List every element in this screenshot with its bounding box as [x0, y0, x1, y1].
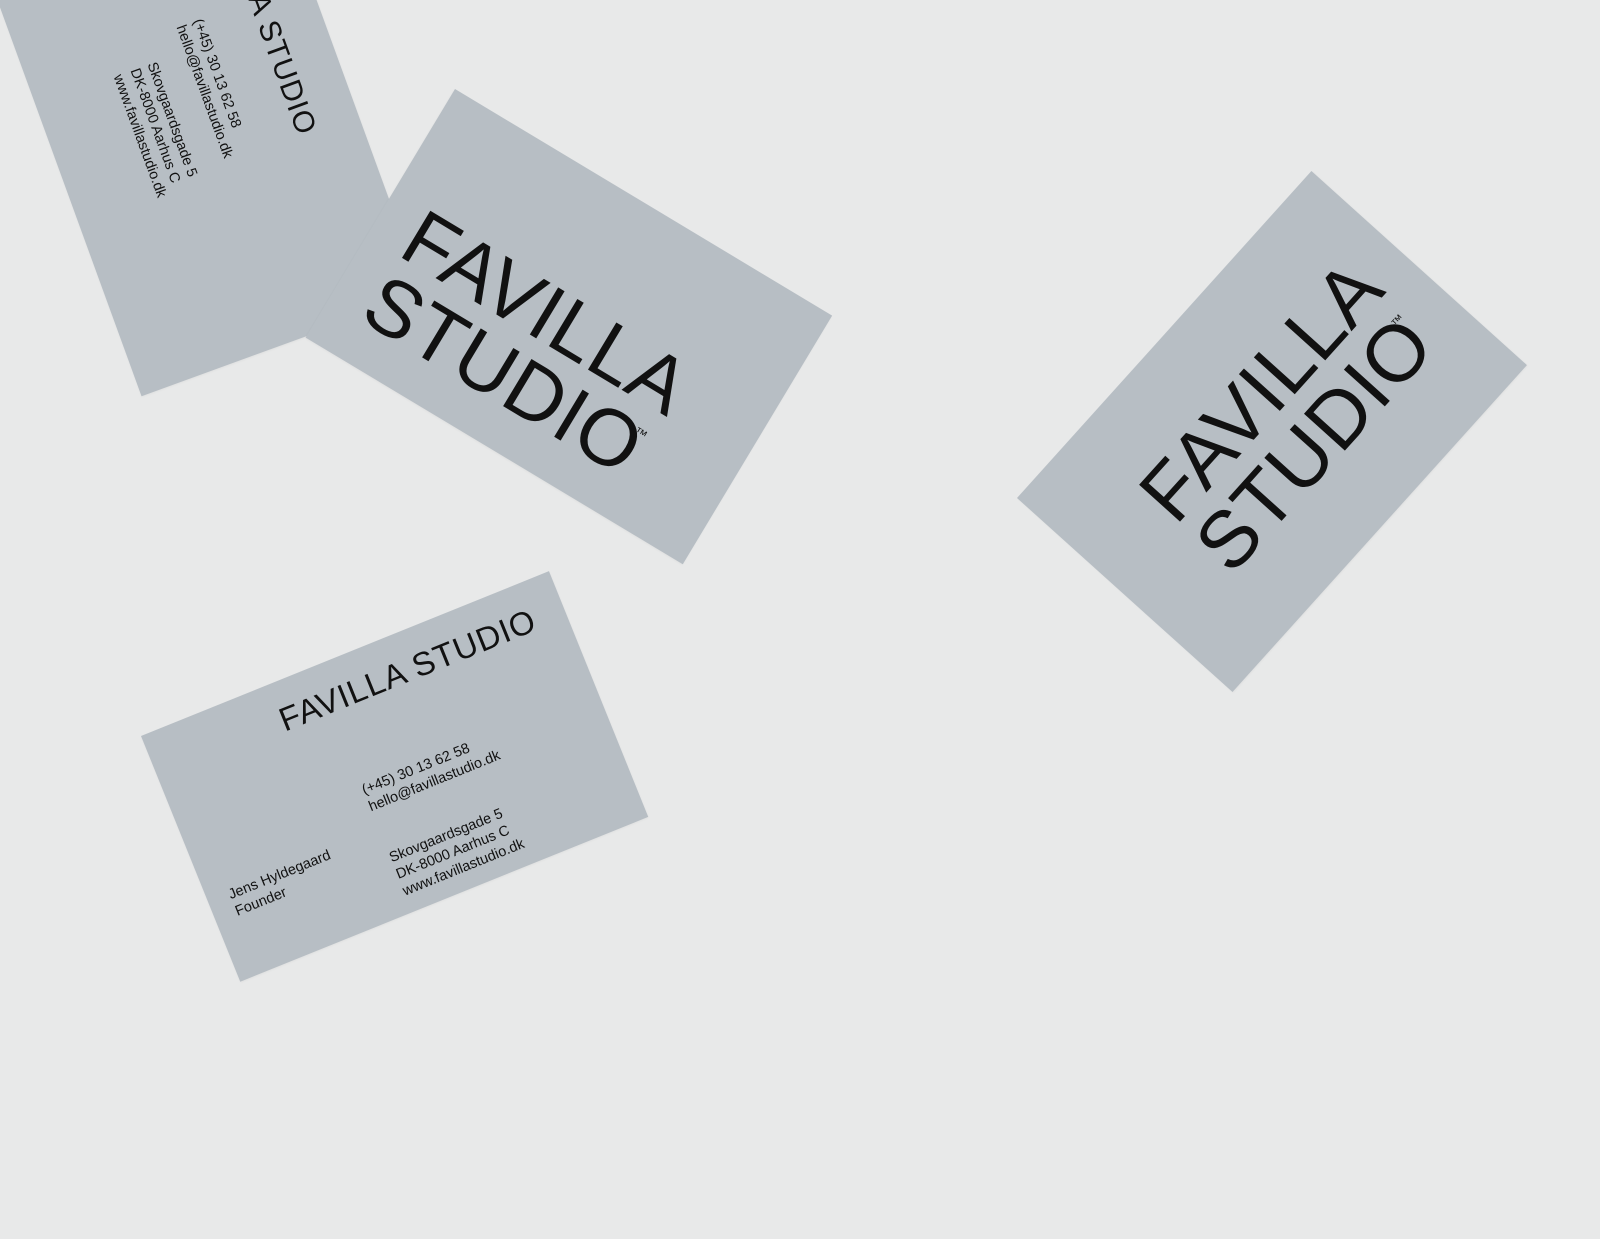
card-phone-block: (+45) 30 13 62 58 hello@favillastudio.dk: [359, 730, 503, 816]
contact-role: Founder: [125, 0, 179, 4]
card-logo-inline: FAVILLA STUDIO: [273, 601, 542, 739]
card-name-block: Jens Hyldegaard Founder: [125, 0, 196, 4]
card-name-block: Jens Hyldegaard Founder: [226, 846, 340, 920]
card-address-block: Skovgaardsgade 5 DK-8000 Aarhus C www.fa…: [387, 802, 528, 901]
business-card-back-bottom: FAVILLA STUDIO Jens Hyldegaard Founder (…: [141, 571, 649, 982]
business-card-front-left: FAVILLA STUDIO ™: [305, 89, 833, 565]
business-card-mockup: FAVILLA STUDIO Jens Hyldegaard Founder (…: [0, 0, 1600, 1239]
business-card-front-right: FAVILLA STUDIO ™: [1017, 171, 1527, 693]
